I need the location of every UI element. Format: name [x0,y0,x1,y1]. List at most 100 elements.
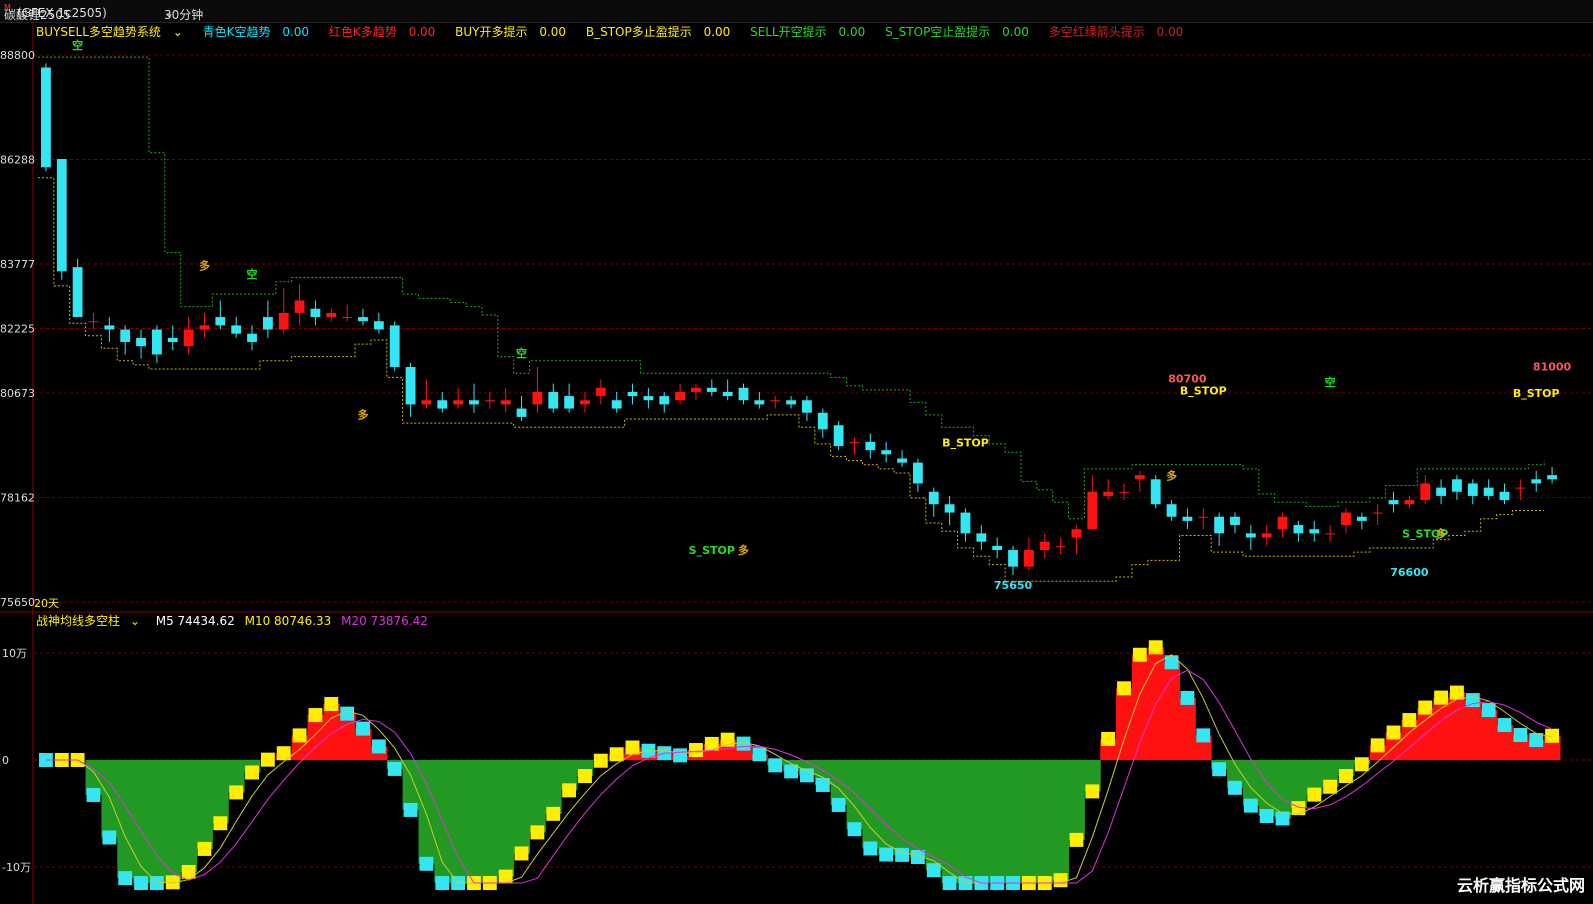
candle-body [770,400,781,402]
sub-indicator-pane: 10万 0 -10万 [2,640,1593,891]
price-tick-label: 86288 [0,153,35,166]
trend-block [435,876,450,891]
long-signal-marker: 多 [358,408,369,422]
candle-body [1182,516,1193,521]
candle-body [453,400,464,405]
candle-body [1341,512,1351,526]
candlesticks [41,63,1557,575]
histogram-bar [1068,760,1085,840]
trend-block [181,864,196,879]
candle-body [342,317,353,319]
candle-body [897,458,907,463]
candle-body [294,300,305,313]
chart-canvas[interactable]: 88800862888377782225806737816275650 20天 7… [0,0,1593,904]
trend-block [578,769,592,784]
price-tick-label: 75650 [0,596,35,609]
candle-body [1467,483,1478,496]
candle-body [595,387,606,397]
trend-block [118,871,133,886]
trend-block [1513,728,1528,743]
candle-body [532,391,543,405]
candle-body [167,337,178,343]
trend-block [1370,738,1385,753]
histogram-bar [1131,654,1149,760]
short-signal-marker: 空 [516,346,527,360]
histogram-bar [941,760,959,884]
histogram-bar [196,760,213,849]
candle-body [1103,491,1114,496]
b-stop-marker: B_STOP [1180,385,1227,398]
trend-block [1212,762,1227,777]
trend-block [530,825,545,840]
histogram-bar [402,760,419,810]
candle-body [675,391,686,401]
candle-body [1388,500,1399,505]
histogram-bar [878,760,895,855]
candle-body [1214,516,1225,534]
candle-body [1134,475,1145,480]
candle-body [1420,483,1431,501]
trend-block [324,697,339,712]
high-price-label: 81000 [1533,361,1572,374]
trend-block [1529,733,1544,748]
trend-block [752,747,767,762]
trend-block [593,753,608,768]
b-stop-marker: B_STOP [942,436,989,449]
candle-body [833,425,844,447]
histogram-bar [1020,760,1038,884]
histogram-bar [529,760,546,833]
long-signal-marker: 多 [1436,527,1447,541]
trend-block [1354,757,1369,772]
trend-block [1386,725,1401,740]
histogram-bar [545,760,562,814]
candle-body [151,329,162,355]
trend-block [1497,718,1512,733]
candle-body [1436,487,1447,496]
trend-block [292,728,307,743]
candle-body [1039,541,1050,551]
trend-block [245,765,259,780]
histogram-bar [148,760,166,884]
candle-body [548,391,559,409]
histogram-bar [1036,760,1054,884]
trend-block [213,816,228,831]
short-signal-marker: 空 [1325,375,1336,389]
trend-block [1196,728,1211,743]
short-signal-marker: 空 [72,38,83,52]
candle-body [1166,504,1177,517]
candle-body [1023,550,1034,567]
trend-block [1339,769,1353,784]
histogram-bar [418,760,435,864]
price-tick-label: 88800 [0,49,35,62]
trend-block [625,740,640,755]
histogram-bar [989,760,1006,884]
histogram-bar [1480,710,1498,760]
price-tick-label: 78162 [0,492,35,505]
sub-axis-label: -10万 [2,861,31,874]
candle-body [373,321,384,330]
trend-block [260,752,275,767]
candle-body [1404,500,1415,505]
trend-block [926,863,941,878]
histogram-bar [862,760,879,849]
candle-body [802,400,812,413]
histogram-bar [1005,760,1022,884]
candle-body [1071,529,1082,538]
candle-body [389,325,400,367]
trend-block [847,822,862,837]
trend-block [673,748,688,763]
histogram-bar [1290,760,1307,809]
candle-body [580,400,590,405]
candle-body [516,408,527,417]
histogram-bar [1052,760,1070,881]
candle-body [1325,533,1336,535]
trend-block [1148,640,1163,655]
trend-block [1053,873,1068,888]
trend-block [768,758,783,773]
candle-body [72,267,83,318]
candle-body [1198,516,1209,518]
histogram-bar [180,760,198,872]
trend-block [1085,784,1100,799]
trend-block [134,876,148,891]
trend-block [308,708,323,723]
